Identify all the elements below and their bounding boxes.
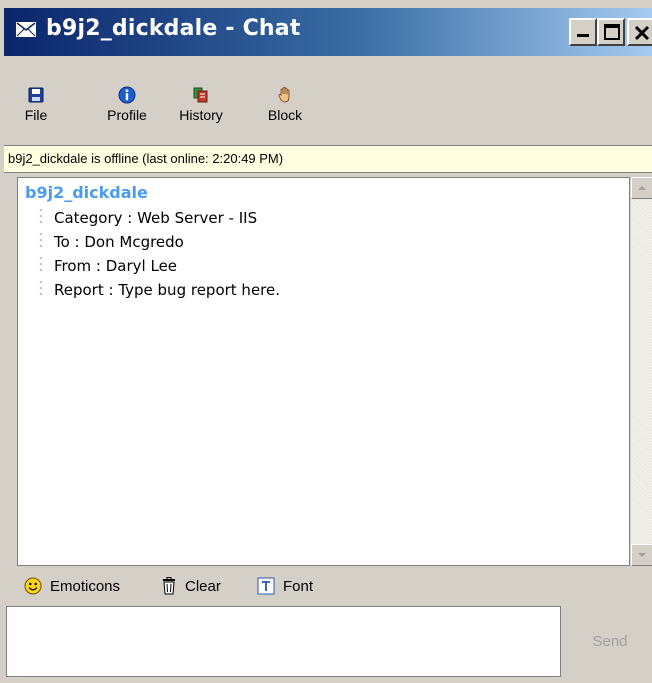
font-button[interactable]: Font: [257, 577, 313, 595]
scroll-up-button[interactable]: [631, 177, 652, 199]
smiley-icon: [24, 577, 42, 595]
file-button[interactable]: File: [18, 86, 54, 123]
emoticons-label: Emoticons: [50, 577, 121, 595]
save-icon: [28, 87, 44, 103]
close-button[interactable]: [627, 18, 652, 46]
chat-transcript[interactable]: b9j2_dickdale Category : Web Server - II…: [17, 177, 630, 566]
message-sender: b9j2_dickdale: [25, 183, 148, 202]
history-label: History: [179, 107, 223, 123]
chat-scrollbar[interactable]: [630, 177, 652, 566]
send-button[interactable]: Send: [568, 606, 652, 677]
font-label: Font: [283, 577, 314, 595]
block-label: Block: [267, 107, 303, 123]
minimize-icon: [577, 34, 589, 37]
clear-label: Clear: [185, 577, 221, 595]
minimize-button[interactable]: [569, 18, 597, 46]
history-button[interactable]: History: [172, 86, 230, 123]
message-line: Report : Type bug report here.: [54, 281, 281, 299]
trash-icon: [163, 577, 175, 595]
arrow-up-icon: [638, 186, 646, 190]
maximize-button[interactable]: [597, 18, 625, 46]
toolbar: File Profile History Block: [4, 60, 652, 142]
clear-button[interactable]: Clear: [161, 577, 221, 595]
title-bar[interactable]: b9j2_dickdale - Chat: [4, 8, 652, 56]
message-line: Category : Web Server - IIS: [54, 209, 258, 227]
hand-icon: [278, 87, 290, 103]
profile-button[interactable]: Profile: [100, 86, 154, 123]
emoticons-button[interactable]: Emoticons: [24, 577, 120, 595]
close-icon: [634, 25, 650, 41]
font-icon: [257, 577, 275, 595]
info-icon: [118, 86, 136, 104]
scroll-down-button[interactable]: [631, 544, 652, 566]
block-button[interactable]: Block: [262, 86, 308, 123]
chat-window: b9j2_dickdale - Chat File Profile Histor…: [0, 0, 652, 683]
message-input[interactable]: [6, 606, 561, 677]
message-line: To : Don Mcgredo: [54, 233, 184, 251]
message-dots: [39, 208, 43, 296]
status-bar: b9j2_dickdale is offline (last online: 2…: [4, 145, 652, 173]
history-icon: [193, 87, 208, 103]
profile-label: Profile: [107, 107, 147, 123]
message-line: From : Daryl Lee: [54, 257, 178, 275]
arrow-down-icon: [638, 553, 646, 557]
maximize-icon: [604, 24, 620, 40]
format-bar: Emoticons Clear Font: [4, 568, 652, 606]
envelope-icon: [16, 22, 36, 37]
file-label: File: [24, 107, 48, 123]
window-title: b9j2_dickdale - Chat: [46, 16, 301, 41]
